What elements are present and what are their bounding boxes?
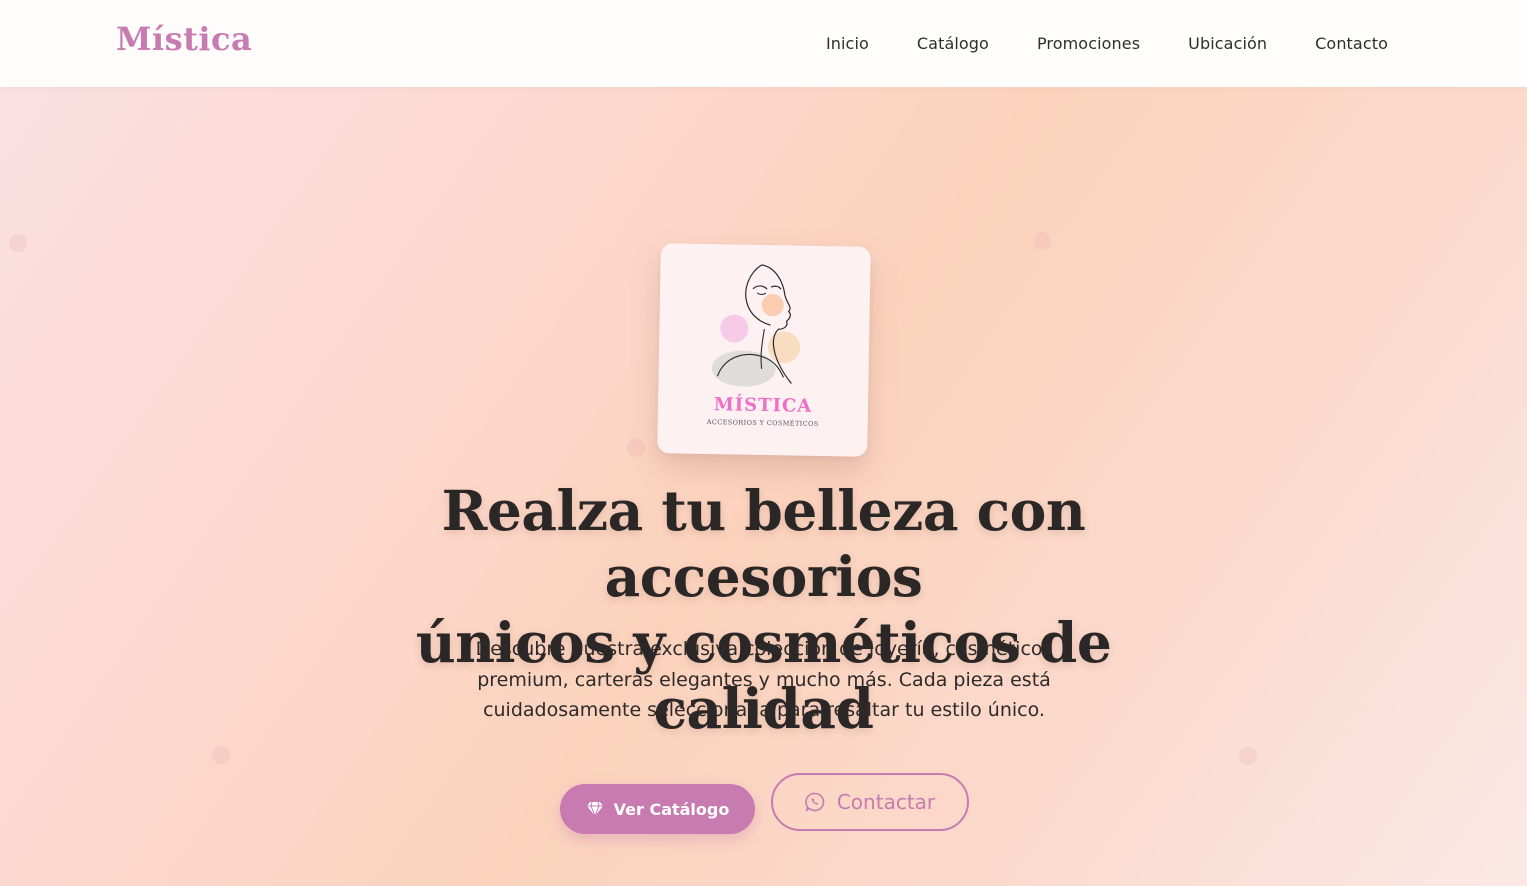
- main-nav: Inicio Catálogo Promociones Ubicación Co…: [826, 0, 1388, 87]
- headline-line-1: Realza tu belleza con accesorios: [441, 478, 1086, 609]
- whatsapp-icon: [805, 792, 825, 812]
- decorative-dot: [9, 234, 27, 252]
- brand-logo-link[interactable]: Mística: [116, 20, 252, 58]
- nav-link-catalogo[interactable]: Catálogo: [917, 34, 989, 53]
- gem-icon: [586, 801, 604, 817]
- brand-logo-card: MÍSTICA ACCESORIOS Y COSMÉTICOS: [657, 243, 871, 457]
- nav-link-ubicacion[interactable]: Ubicación: [1188, 34, 1267, 53]
- logo-subtitle: ACCESORIOS Y COSMÉTICOS: [706, 418, 819, 428]
- view-catalog-button[interactable]: Ver Catálogo: [560, 784, 755, 834]
- view-catalog-label: Ver Catálogo: [613, 799, 730, 819]
- nav-item: Promociones: [1037, 34, 1140, 53]
- decorative-dot: [1239, 747, 1257, 765]
- decorative-dot: [627, 439, 645, 457]
- nav-item: Contacto: [1315, 34, 1388, 53]
- top-navbar: Mística Inicio Catálogo Promociones Ubic…: [0, 0, 1527, 87]
- contact-label: Contactar: [836, 790, 936, 814]
- decorative-dot: [1033, 232, 1051, 250]
- nav-item: Ubicación: [1188, 34, 1267, 53]
- nav-link-inicio[interactable]: Inicio: [826, 34, 869, 53]
- nav-link-promociones[interactable]: Promociones: [1037, 34, 1140, 53]
- hero-description: Descubre nuestra exclusiva colección de …: [475, 638, 1053, 721]
- woman-face-line-art-icon: [711, 264, 801, 387]
- nav-link-contacto[interactable]: Contacto: [1315, 34, 1388, 53]
- logo-title: MÍSTICA: [713, 394, 813, 417]
- hero-section: MÍSTICA ACCESORIOS Y COSMÉTICOS Realza t…: [0, 87, 1527, 886]
- contact-button[interactable]: Contactar: [771, 773, 969, 831]
- nav-item: Catálogo: [917, 34, 989, 53]
- decorative-dot: [212, 746, 230, 764]
- nav-item: Inicio: [826, 34, 869, 53]
